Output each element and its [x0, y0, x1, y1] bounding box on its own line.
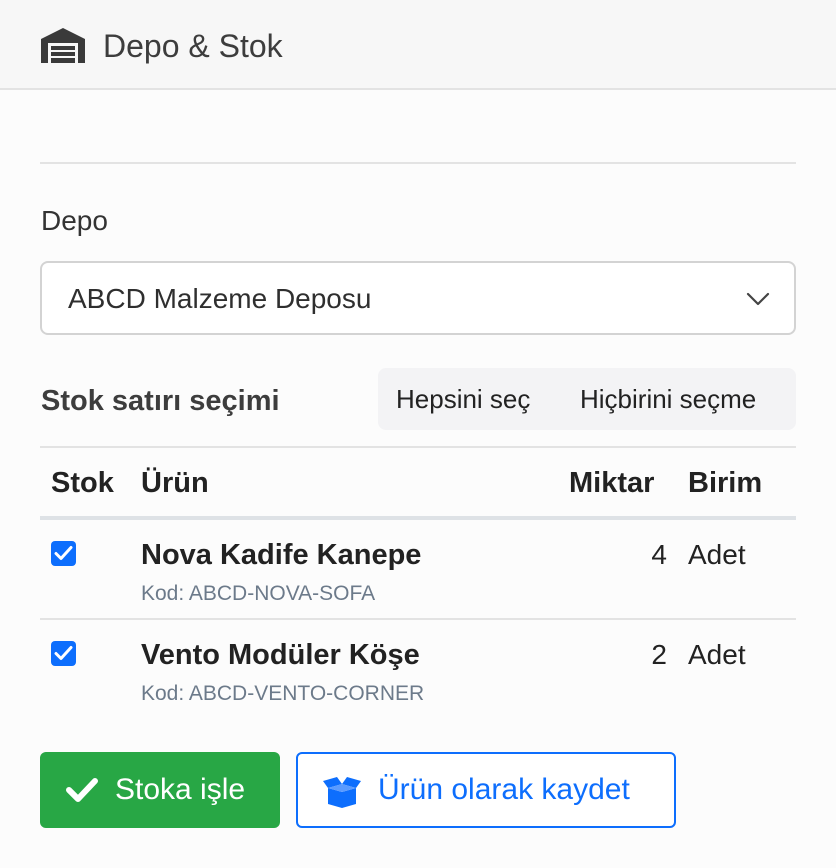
checkmark-icon [54, 646, 73, 660]
depo-label: Depo [41, 205, 108, 236]
product-name: Vento Modüler Köşe [141, 639, 420, 671]
product-quantity: 4 [651, 539, 667, 570]
save-as-product-label: Ürün olarak kaydet [378, 773, 630, 806]
selection-button-group: Hepsini seç Hiçbirini seçme [378, 368, 796, 430]
stock-row-checkbox[interactable] [51, 641, 76, 666]
column-header-birim: Birim [688, 467, 763, 499]
checkmark-icon [54, 546, 73, 560]
product-name: Nova Kadife Kanepe [141, 539, 422, 571]
warehouse-icon [41, 28, 85, 63]
select-none-button[interactable]: Hiçbirini seçme [580, 382, 756, 416]
column-header-urun: Ürün [141, 467, 209, 499]
select-all-button[interactable]: Hepsini seç [396, 382, 530, 416]
table-border [40, 446, 796, 448]
table-header-border [40, 516, 796, 520]
card-header: Depo & Stok [0, 0, 836, 90]
row-divider [40, 618, 796, 620]
check-icon [66, 778, 98, 802]
stock-row-checkbox[interactable] [51, 541, 76, 566]
depo-select-value: ABCD Malzeme Deposu [68, 283, 372, 314]
open-box-icon [323, 777, 361, 808]
product-quantity: 2 [651, 639, 667, 670]
column-header-stok: Stok [51, 467, 114, 499]
product-unit: Adet [688, 539, 746, 570]
stock-selection-title: Stok satırı seçimi [41, 385, 280, 417]
product-code: Kod: ABCD-VENTO-CORNER [141, 682, 425, 705]
column-header-miktar: Miktar [569, 467, 655, 499]
depo-select[interactable]: ABCD Malzeme Deposu [40, 261, 796, 335]
chevron-down-icon [746, 292, 770, 306]
depo-stok-card: Depo & Stok Depo ABCD Malzeme Deposu Sto… [0, 0, 836, 868]
save-as-product-button[interactable]: Ürün olarak kaydet [296, 752, 676, 828]
process-stock-label: Stoka işle [115, 773, 246, 806]
process-stock-button[interactable]: Stoka işle [40, 752, 280, 828]
page-title: Depo & Stok [103, 28, 283, 64]
divider [40, 162, 796, 164]
product-unit: Adet [688, 639, 746, 670]
product-code: Kod: ABCD-NOVA-SOFA [141, 582, 376, 605]
